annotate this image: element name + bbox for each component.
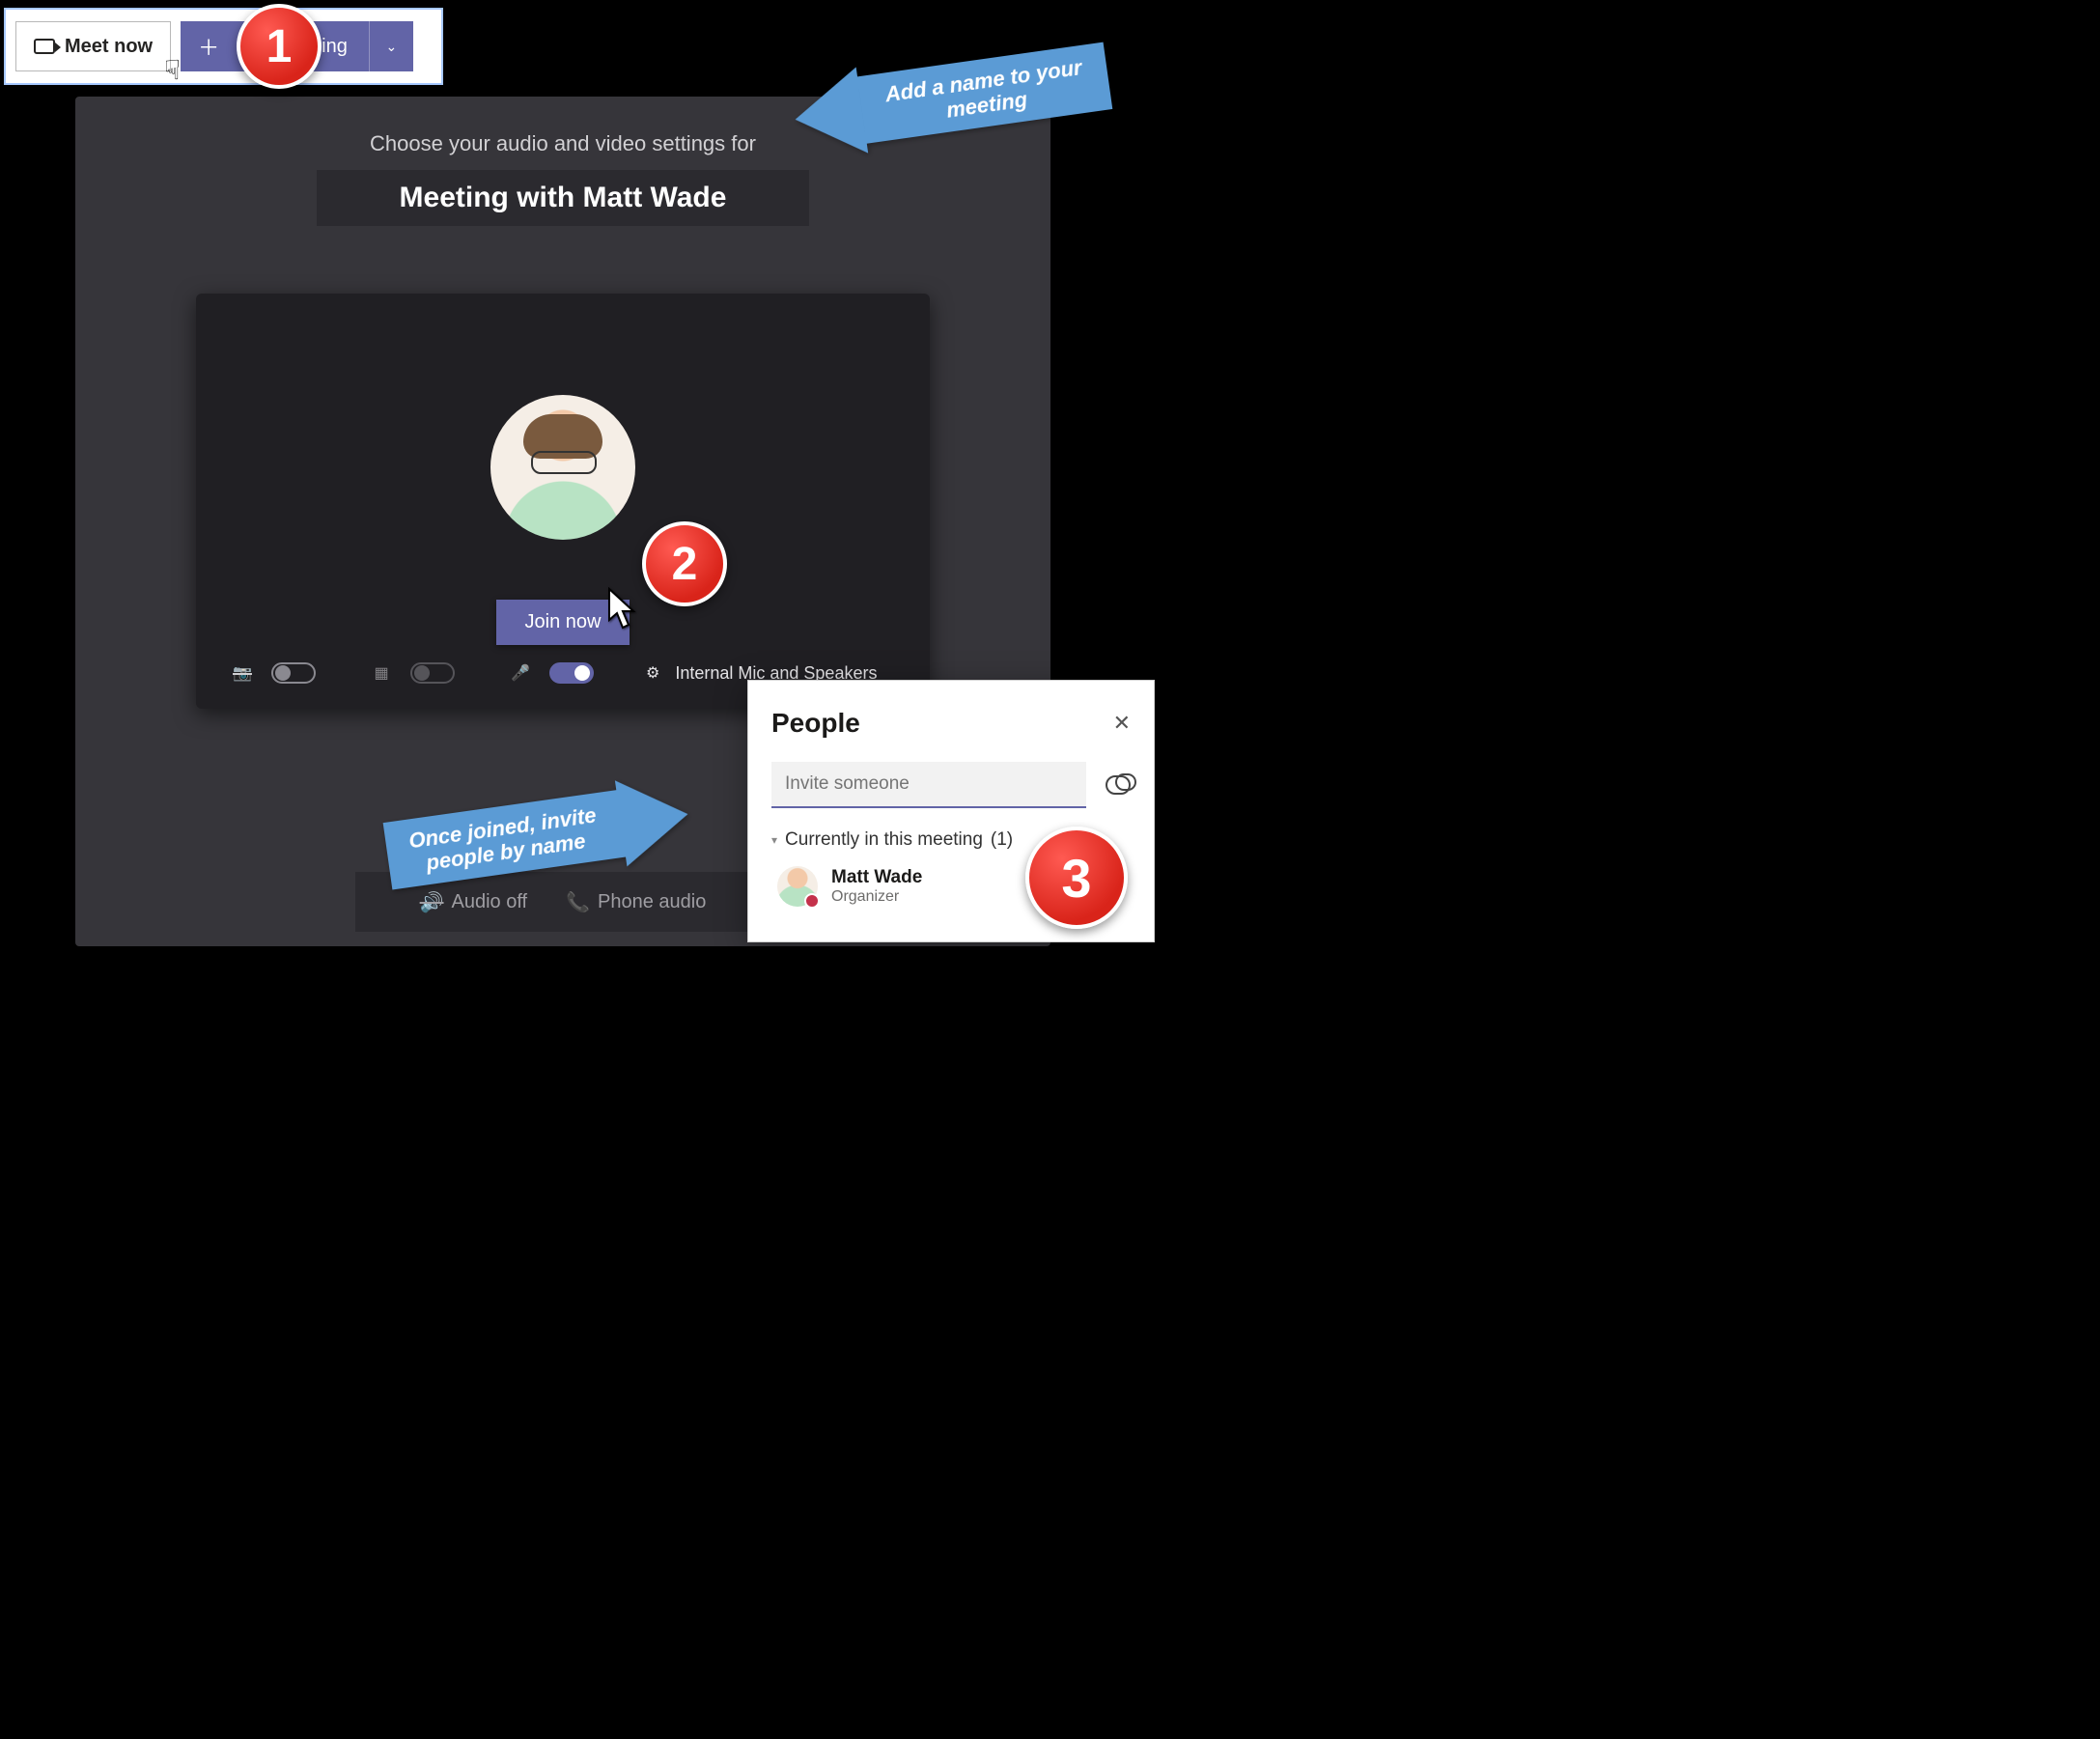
step-badge-2: 2 [642,521,727,606]
video-preview-card: Join now 📷 ▦ 🎤 ⚙ Internal Mic and Speake… [196,294,930,709]
phone-icon: 📞 [566,890,590,914]
participant-role: Organizer [831,888,922,906]
new-meeting-label-fragment: ing [322,36,348,58]
camera-toggle[interactable] [271,662,316,684]
participant-avatar [777,866,818,907]
teams-calendar-toolbar: Meet now ＋ New meet ing ⌄ [4,8,443,85]
meeting-title-input[interactable]: Meeting with Matt Wade [317,170,809,226]
user-avatar-large [490,395,635,540]
video-camera-icon [34,39,55,54]
new-meeting-dropdown[interactable]: ⌄ [369,21,413,71]
meet-now-button[interactable]: Meet now [15,21,171,71]
invite-someone-input[interactable] [771,762,1086,808]
step-badge-3: 3 [1025,827,1128,929]
background-blur-toggle[interactable] [410,662,455,684]
plus-icon: ＋ [198,31,219,62]
meet-now-label: Meet now [65,36,153,58]
copy-join-link-icon[interactable] [1106,775,1131,795]
participant-name: Matt Wade [831,867,922,888]
chevron-down-icon: ⌄ [386,39,398,55]
section-collapse-caret-icon: ▾ [771,833,777,847]
background-blur-icon: ▦ [368,663,395,683]
close-people-panel-button[interactable]: ✕ [1113,711,1131,736]
phone-audio-option[interactable]: 📞 Phone audio [566,890,706,914]
device-settings-gear-icon[interactable]: ⚙ [646,663,659,683]
camera-off-icon: 📷 [229,663,256,683]
join-now-button[interactable]: Join now [496,600,630,645]
people-panel-title: People [771,708,860,739]
step-badge-1: 1 [237,4,322,89]
microphone-icon: 🎤 [507,663,534,683]
microphone-toggle[interactable] [549,662,594,684]
